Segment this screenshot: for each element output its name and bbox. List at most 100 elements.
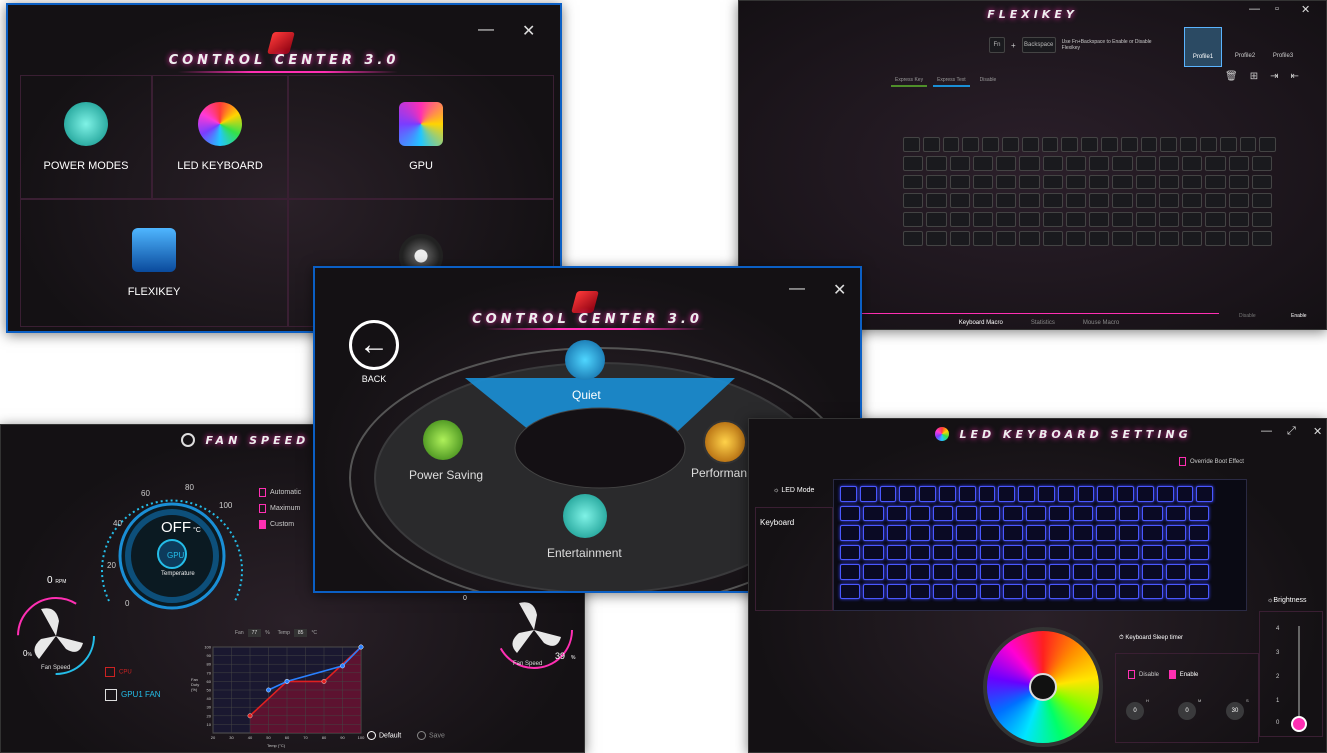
keyboard-key[interactable]	[996, 193, 1017, 209]
keyboard-key[interactable]	[1142, 525, 1163, 541]
keyboard-key[interactable]	[1112, 174, 1133, 190]
keyboard-key[interactable]	[909, 505, 931, 522]
keyboard-key[interactable]	[1205, 155, 1226, 171]
keyboard-key[interactable]	[1072, 505, 1093, 522]
keyboard-key[interactable]	[1019, 155, 1040, 171]
keyboard-key[interactable]	[1135, 193, 1156, 209]
keyboard-key[interactable]	[886, 525, 907, 541]
checkbox[interactable]	[1179, 457, 1186, 466]
keyboard-key[interactable]	[942, 137, 960, 152]
keyboard-key[interactable]	[1259, 137, 1277, 152]
keyboard-key[interactable]	[933, 583, 954, 600]
keyboard-key[interactable]	[1112, 155, 1133, 171]
keyboard-key[interactable]	[972, 155, 994, 171]
keyboard-key[interactable]	[1135, 155, 1156, 171]
keyboard-key[interactable]	[1101, 137, 1118, 152]
mode-custom[interactable]: Custom	[259, 517, 301, 533]
keyboard-key[interactable]	[863, 544, 884, 561]
keyboard-key[interactable]	[1165, 583, 1186, 600]
keyboard-key[interactable]	[1061, 137, 1079, 152]
keyboard-key[interactable]	[909, 544, 931, 561]
keyboard-key[interactable]	[1018, 486, 1035, 502]
keyboard-key[interactable]	[1042, 155, 1063, 171]
keyboard-key[interactable]	[926, 174, 947, 190]
keyboard-key[interactable]	[1160, 137, 1178, 152]
keyboard-key[interactable]	[903, 193, 924, 209]
keyboard-key[interactable]	[1112, 230, 1133, 246]
curve-point[interactable]	[284, 679, 290, 684]
keyboard-key[interactable]	[1165, 525, 1186, 541]
keyboard-key[interactable]	[1089, 174, 1110, 190]
keyboard-key[interactable]	[1042, 193, 1063, 209]
keyboard-key[interactable]	[1041, 137, 1059, 152]
keyboard-key[interactable]	[1182, 230, 1203, 246]
keyboard-key[interactable]	[956, 525, 977, 541]
keyboard-key[interactable]	[863, 525, 884, 541]
profile-3[interactable]: Profile3	[1268, 27, 1298, 67]
keyboard-key[interactable]	[1072, 564, 1093, 580]
keyboard-key[interactable]	[1251, 193, 1273, 209]
tab-express-key[interactable]: Express Key	[891, 75, 928, 87]
keyboard-key[interactable]	[1180, 137, 1198, 152]
tab-mouse-macro[interactable]: Mouse Macro	[1083, 320, 1119, 329]
keyboard-key[interactable]	[1119, 544, 1140, 561]
keyboard-key[interactable]	[1182, 155, 1203, 171]
keyboard-key[interactable]	[1205, 193, 1226, 209]
checkbox[interactable]	[259, 503, 266, 513]
keyboard-key[interactable]	[1135, 212, 1156, 227]
tile-flexikey[interactable]: FLEXIKEY	[20, 199, 288, 327]
tab-disable[interactable]: Disable	[976, 75, 1001, 87]
keyboard-key[interactable]	[1112, 193, 1133, 209]
keyboard-key[interactable]	[1021, 137, 1039, 152]
keyboard-key[interactable]	[1188, 583, 1210, 600]
curve-point[interactable]	[247, 713, 253, 719]
keyboard-key[interactable]	[840, 544, 861, 561]
delete-icon[interactable]: 🗑	[1225, 71, 1238, 82]
keyboard-key[interactable]	[840, 583, 861, 600]
keyboard-key[interactable]	[926, 155, 947, 171]
keyboard-key[interactable]	[903, 230, 924, 246]
keyboard-key[interactable]	[840, 505, 861, 522]
keyboard-key[interactable]	[1158, 230, 1180, 246]
keyboard-key[interactable]	[1251, 212, 1273, 227]
keyboard-key[interactable]	[1065, 155, 1087, 171]
keyboard-key[interactable]	[1089, 212, 1110, 227]
keyboard-key[interactable]	[1002, 137, 1019, 152]
keyboard-key[interactable]	[972, 230, 994, 246]
fan-field-input[interactable]: 77	[247, 629, 262, 637]
keyboard-key[interactable]	[1002, 525, 1024, 541]
fan-curve-chart[interactable]: 20 30 40 50 60 70 80 90 100 100 90 80 70 60 50 40 30 20 10	[191, 639, 371, 749]
keyboard-key[interactable]	[1026, 525, 1047, 541]
keyboard-key[interactable]	[1119, 564, 1140, 580]
keyboard-key[interactable]	[978, 486, 996, 502]
keyboard-key[interactable]	[1072, 525, 1093, 541]
keyboard-key[interactable]	[1142, 505, 1163, 522]
keyboard-key[interactable]	[956, 583, 977, 600]
keyboard-key[interactable]	[1135, 230, 1156, 246]
keyboard-key[interactable]	[1228, 174, 1249, 190]
keyboard-key[interactable]	[949, 155, 970, 171]
keyboard-key[interactable]	[1072, 544, 1093, 561]
keyboard-key[interactable]	[1065, 174, 1087, 190]
keyboard-key[interactable]	[1120, 137, 1138, 152]
keyboard-key[interactable]	[1026, 544, 1047, 561]
keyboard-key[interactable]	[886, 544, 907, 561]
keyboard-key[interactable]	[1182, 193, 1203, 209]
keyboard-key[interactable]	[1065, 212, 1087, 227]
curve-point[interactable]	[358, 644, 364, 650]
keyboard-key[interactable]	[1081, 137, 1098, 152]
keyboard-key[interactable]	[1077, 486, 1095, 502]
keyboard-key[interactable]	[1228, 212, 1249, 227]
keyboard-key[interactable]	[1251, 155, 1273, 171]
enable-checkbox[interactable]	[1168, 670, 1176, 679]
keyboard-key[interactable]	[933, 544, 954, 561]
close-button[interactable]: ✕	[1313, 425, 1322, 438]
keyboard-key[interactable]	[1095, 544, 1117, 561]
keyboard-key[interactable]	[1049, 525, 1070, 541]
keyboard-key[interactable]	[840, 525, 861, 541]
keyboard-key[interactable]	[1112, 212, 1133, 227]
curve-point[interactable]	[340, 663, 345, 669]
close-button[interactable]: ✕	[1301, 3, 1310, 16]
keyboard-key[interactable]	[956, 544, 977, 561]
keyboard-key[interactable]	[1251, 174, 1273, 190]
